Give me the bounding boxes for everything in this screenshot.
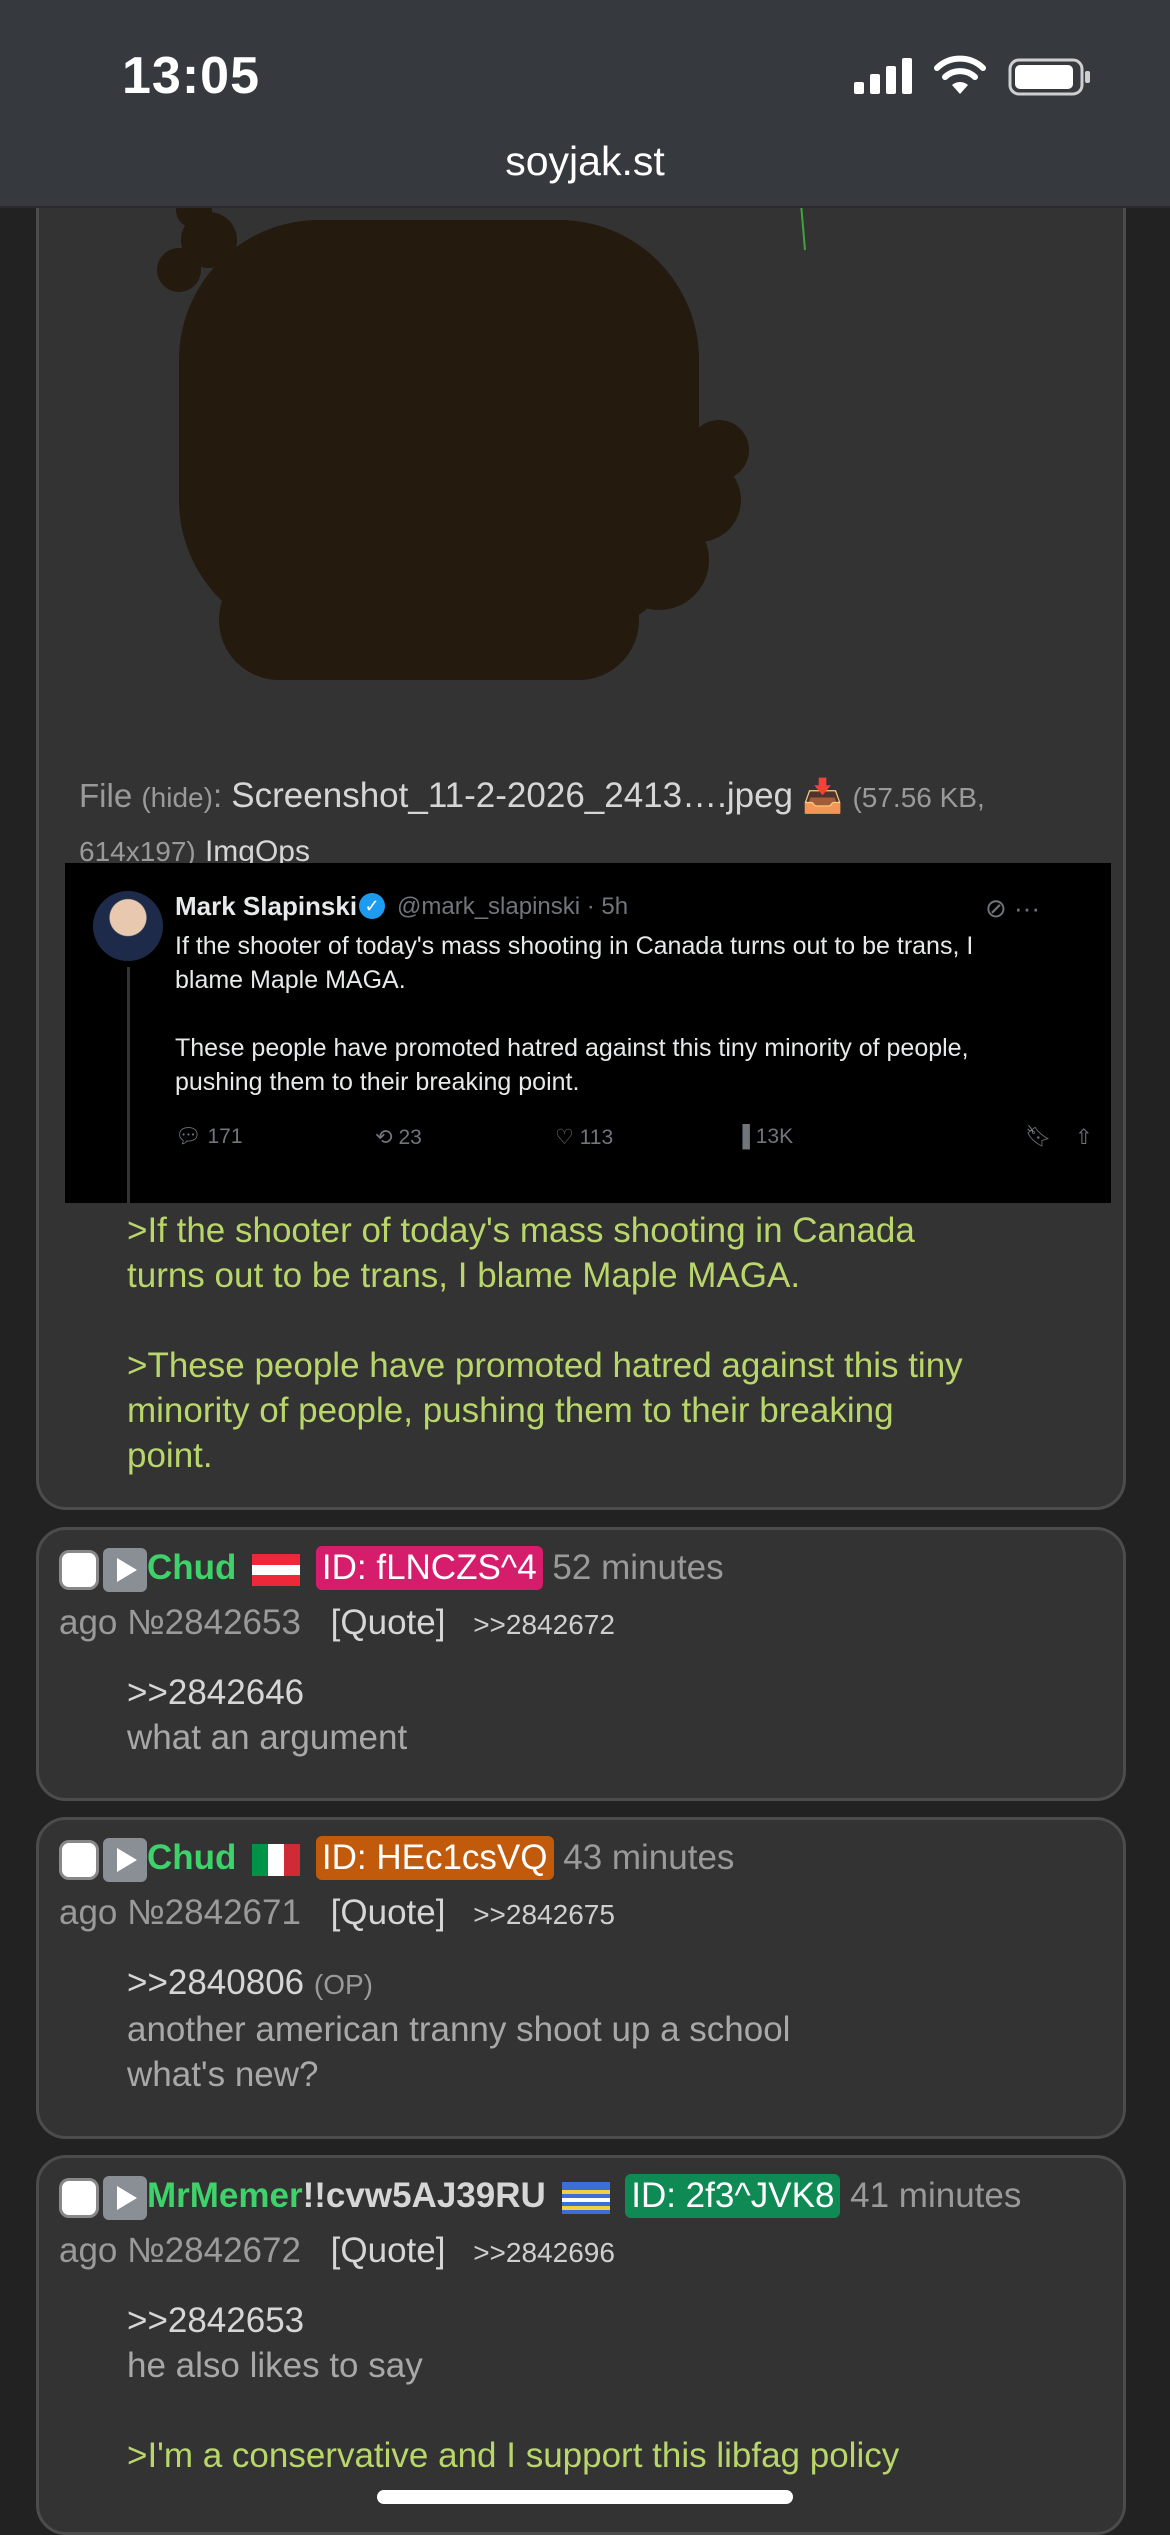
backlink[interactable]: >>2842675 bbox=[473, 1899, 615, 1930]
bookmark-icon: 🔖︎ bbox=[1025, 1125, 1052, 1148]
file-info: File (hide): Screenshot_11-2-2026_2413….… bbox=[79, 776, 985, 868]
poster-name: Chud bbox=[147, 1838, 237, 1877]
post-time: ago bbox=[59, 2231, 128, 2270]
post-text: what's new? bbox=[127, 2055, 319, 2094]
backlink[interactable]: >>2842696 bbox=[473, 2237, 615, 2268]
italy-flag-icon bbox=[252, 1843, 301, 1876]
expand-play-icon[interactable] bbox=[103, 2175, 147, 2220]
file-label: File bbox=[79, 777, 133, 814]
tweet-handle: @mark_slapinski · 5h bbox=[397, 893, 629, 920]
expand-play-icon[interactable] bbox=[103, 1837, 147, 1882]
greentext-line: point. bbox=[127, 1436, 213, 1475]
tweet-line: blame Maple MAGA. bbox=[175, 966, 406, 994]
post-header: Chud ID: fLNCZS^4 52 minutes ago №284265… bbox=[59, 1540, 1109, 1652]
backlink[interactable]: >>2842672 bbox=[473, 1609, 615, 1640]
share-icon: ⇧ bbox=[1075, 1126, 1093, 1149]
greentext-line: turns out to be trans, I blame Maple MAG… bbox=[127, 1256, 801, 1295]
post-number-link[interactable]: №2842671 bbox=[127, 1893, 301, 1932]
post-reply: MrMemer!!cvw5AJ39RU ID: 2f3^JVK8 41 minu… bbox=[36, 2155, 1126, 2535]
greentext-line: minority of people, pushing them to thei… bbox=[127, 1391, 894, 1430]
tweet-menu-icon: ⊘ ··· bbox=[985, 893, 1040, 923]
like-icon: ♡ 113 bbox=[555, 1126, 614, 1149]
home-indicator[interactable] bbox=[377, 2490, 793, 2504]
greentext-line: >I'm a conservative and I support this l… bbox=[127, 2436, 900, 2475]
tweet-author-name: Mark Slapinski bbox=[175, 891, 358, 921]
hide-image-link[interactable]: (hide) bbox=[141, 782, 213, 813]
post-select-checkbox[interactable] bbox=[59, 2177, 99, 2218]
post-time: 43 minutes bbox=[553, 1838, 735, 1877]
tweet-line: pushing them to their breaking point. bbox=[175, 1068, 580, 1096]
reply-count: 171 bbox=[207, 1125, 243, 1148]
quote-link[interactable]: [Quote] bbox=[331, 1893, 446, 1932]
flag-icon bbox=[561, 2181, 610, 2214]
poster-id-badge[interactable]: ID: HEc1csVQ bbox=[315, 1836, 554, 1880]
battery-icon bbox=[1008, 58, 1090, 96]
post-number-link[interactable]: №2842653 bbox=[127, 1603, 301, 1642]
download-icon[interactable]: 📥 bbox=[802, 777, 843, 814]
post-body: >>2842653 he also likes to say >I'm a co… bbox=[127, 2298, 899, 2478]
post-time: 52 minutes bbox=[542, 1548, 724, 1587]
views-count: 13K bbox=[755, 1125, 794, 1148]
post-image-thumbnail[interactable] bbox=[99, 180, 899, 720]
tweet-line: These people have promoted hatred agains… bbox=[175, 1034, 969, 1062]
reply-link[interactable]: >>2842653 bbox=[127, 2298, 899, 2343]
post-reply: Chud ID: HEc1csVQ 43 minutes ago №284267… bbox=[36, 1817, 1126, 2139]
op-marker: (OP) bbox=[313, 1969, 373, 2000]
retweet-count: 23 bbox=[398, 1126, 422, 1149]
post-number-link[interactable]: №2842672 bbox=[127, 2231, 301, 2270]
greentext-line: >If the shooter of today's mass shooting… bbox=[127, 1211, 915, 1250]
poster-name: Chud bbox=[147, 1548, 237, 1587]
tweet-line: If the shooter of today's mass shooting … bbox=[175, 932, 974, 960]
post-body: >>2840806 (OP) another american tranny s… bbox=[127, 1960, 790, 2097]
post-select-checkbox[interactable] bbox=[59, 1549, 99, 1590]
like-count: 113 bbox=[579, 1126, 614, 1149]
tripcode: !!cvw5AJ39RU bbox=[302, 2176, 546, 2215]
quote-link[interactable]: [Quote] bbox=[331, 1603, 446, 1642]
cellular-signal-icon bbox=[854, 58, 912, 94]
reply-link[interactable]: >>2842646 bbox=[127, 1670, 407, 1715]
greentext-line: >These people have promoted hatred again… bbox=[127, 1346, 963, 1385]
url-bar[interactable]: soyjak.st bbox=[0, 138, 1170, 185]
post-text: he also likes to say bbox=[127, 2346, 423, 2385]
post-header: MrMemer!!cvw5AJ39RU ID: 2f3^JVK8 41 minu… bbox=[59, 2168, 1109, 2280]
post-select-checkbox[interactable] bbox=[59, 1839, 99, 1880]
post-text: another american tranny shoot up a schoo… bbox=[127, 2010, 791, 2049]
post-reply: Chud ID: fLNCZS^4 52 minutes ago №284265… bbox=[36, 1527, 1126, 1801]
expand-play-icon[interactable] bbox=[103, 1547, 147, 1592]
post-body: >If the shooter of today's mass shooting… bbox=[127, 1208, 1027, 1478]
post-time: ago bbox=[59, 1603, 128, 1642]
reply-icon: 💬︎ 171 bbox=[175, 1125, 243, 1148]
post-body: >>2842646 what an argument bbox=[127, 1670, 407, 1760]
verified-check-icon: ✓ bbox=[359, 893, 385, 919]
post-text: what an argument bbox=[127, 1718, 408, 1757]
poster-name: MrMemer bbox=[147, 2176, 303, 2215]
post-time: ago bbox=[59, 1893, 128, 1932]
post-time: 41 minutes bbox=[840, 2176, 1022, 2215]
tweet-avatar bbox=[93, 891, 163, 961]
post-header: Chud ID: HEc1csVQ 43 minutes ago №284267… bbox=[59, 1830, 1109, 1942]
tweet-screenshot-image[interactable]: Mark Slapinski ✓ @mark_slapinski · 5h ⊘ … bbox=[65, 863, 1111, 1203]
tweet-thread-line bbox=[127, 967, 130, 1203]
tweet-actions: 💬︎ 171 ⟲ 23 ♡ 113 ▐ 13K 🔖︎ ⇧ bbox=[175, 1125, 1095, 1165]
austria-flag-icon bbox=[252, 1553, 301, 1586]
reply-link[interactable]: >>2840806 bbox=[127, 1963, 304, 2002]
tweet-body: If the shooter of today's mass shooting … bbox=[175, 929, 1075, 1099]
status-clock: 13:05 bbox=[122, 47, 260, 105]
browser-top-bar: 13:05 soyjak.st bbox=[0, 0, 1170, 208]
file-name-link[interactable]: Screenshot_11-2-2026_2413….jpeg bbox=[231, 776, 793, 815]
post-op: File (hide): Screenshot_11-2-2026_2413….… bbox=[36, 180, 1126, 1510]
poster-id-badge[interactable]: ID: fLNCZS^4 bbox=[315, 1546, 543, 1590]
quote-link[interactable]: [Quote] bbox=[331, 2231, 446, 2270]
views-icon: ▐ 13K bbox=[735, 1125, 794, 1148]
poster-id-badge[interactable]: ID: 2f3^JVK8 bbox=[625, 2174, 841, 2218]
wifi-icon bbox=[934, 55, 986, 94]
retweet-icon: ⟲ 23 bbox=[375, 1126, 422, 1149]
